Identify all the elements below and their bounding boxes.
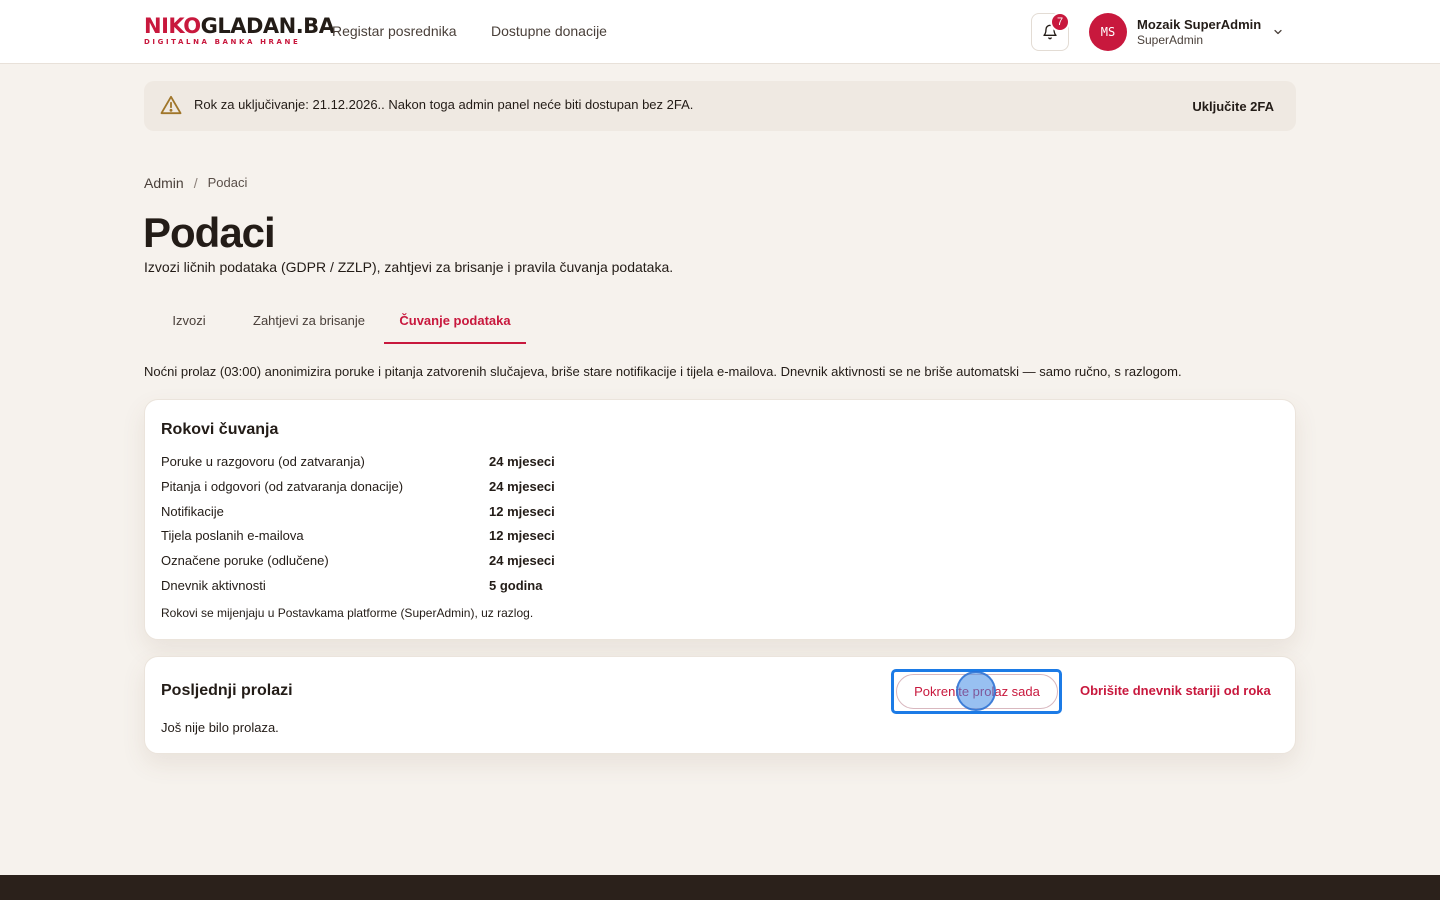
chevron-down-icon[interactable] (1272, 26, 1284, 38)
nav-link-registar[interactable]: Registar posrednika (332, 23, 457, 39)
retention-label: Dnevnik aktivnosti (161, 578, 266, 593)
enable-2fa-link[interactable]: Uključite 2FA (1192, 99, 1274, 114)
retention-label: Notifikacije (161, 504, 224, 519)
retention-label: Tijela poslanih e-mailova (161, 528, 304, 543)
retention-note: Rokovi se mijenjaju u Postavkama platfor… (161, 606, 534, 620)
breadcrumb-separator: / (193, 175, 198, 191)
retention-card: Rokovi čuvanja Poruke u razgovoru (od za… (144, 399, 1296, 640)
alert-message: Rok za uključivanje: 21.12.2026.. Nakon … (194, 97, 694, 112)
runs-title: Posljednji prolazi (161, 682, 293, 699)
avatar[interactable]: MS (1089, 13, 1127, 51)
nav-link-donacije[interactable]: Dostupne donacije (491, 23, 607, 39)
page-subtitle: Izvozi ličnih podataka (GDPR / ZZLP), za… (144, 259, 674, 275)
tab-cuvanje-podataka[interactable]: Čuvanje podataka (384, 298, 526, 344)
user-name[interactable]: Mozaik SuperAdmin (1137, 17, 1261, 32)
runs-card: Posljednji prolazi Pokrenite prolaz sada… (144, 656, 1296, 754)
footer (0, 875, 1440, 900)
tab-zahtjevi-za-brisanje[interactable]: Zahtjevi za brisanje (234, 298, 384, 342)
tab-izvozi[interactable]: Izvozi (144, 298, 234, 342)
logo-wordmark: NIKOGLADAN.BA (144, 14, 335, 38)
retention-value: 24 mjeseci (489, 553, 555, 568)
retention-title: Rokovi čuvanja (161, 421, 279, 438)
retention-label: Pitanja i odgovori (od zatvaranja donaci… (161, 479, 404, 494)
retention-label: Poruke u razgovoru (od zatvaranja) (161, 454, 365, 469)
runs-empty-state: Još nije bilo prolaza. (161, 720, 279, 735)
run-now-button[interactable]: Pokrenite prolaz sada (896, 674, 1058, 709)
twofa-alert: Rok za uključivanje: 21.12.2026.. Nakon … (144, 81, 1296, 131)
delete-old-log-button[interactable]: Obrišite dnevnik stariji od roka (1080, 683, 1271, 698)
intro-text: Noćni prolaz (03:00) anonimizira poruke … (144, 364, 1182, 379)
retention-value: 12 mjeseci (489, 504, 555, 519)
breadcrumb-admin[interactable]: Admin (144, 175, 184, 191)
page-title: Podaci (143, 209, 276, 256)
warning-icon (160, 95, 182, 115)
retention-value: 24 mjeseci (489, 454, 555, 469)
retention-value: 5 godina (489, 578, 543, 593)
top-navbar: NIKOGLADAN.BA DIGITALNA BANKA HRANE Regi… (0, 0, 1440, 64)
breadcrumb: Admin / Podaci (144, 175, 247, 191)
logo[interactable]: NIKOGLADAN.BA DIGITALNA BANKA HRANE (144, 14, 335, 47)
breadcrumb-current: Podaci (207, 175, 248, 190)
notification-count-badge: 7 (1050, 12, 1070, 32)
logo-tagline: DIGITALNA BANKA HRANE (144, 38, 301, 46)
user-role: SuperAdmin (1137, 33, 1204, 47)
retention-value: 24 mjeseci (489, 479, 555, 494)
retention-value: 12 mjeseci (489, 528, 555, 543)
retention-label: Označene poruke (odlučene) (161, 553, 329, 568)
